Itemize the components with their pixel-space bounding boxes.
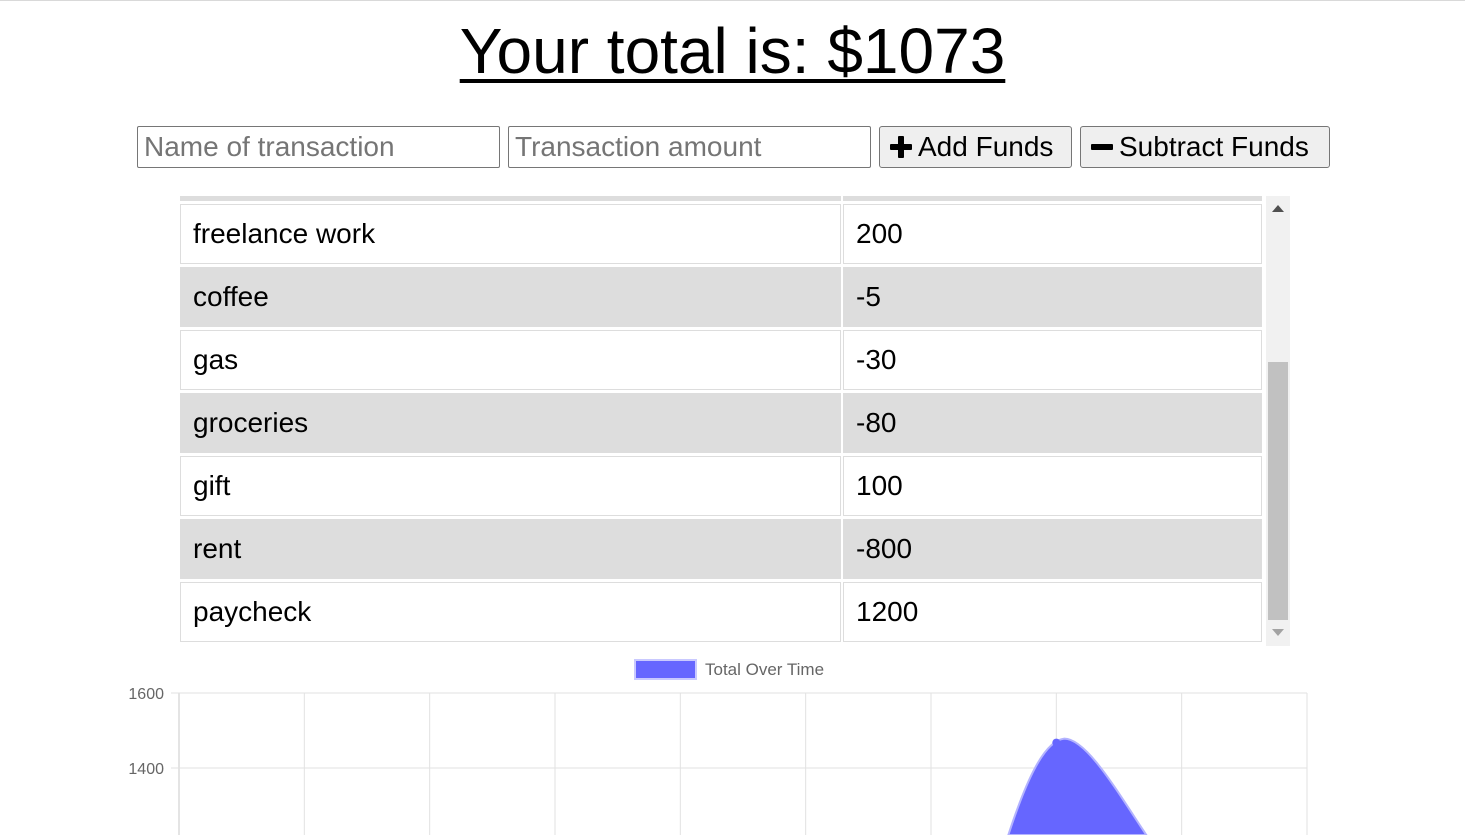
data-point: [1052, 738, 1061, 747]
subtract-funds-label: Subtract Funds: [1119, 131, 1309, 162]
chart-y-ticks: 1600 1400: [128, 686, 164, 778]
transaction-name-cell: coffee: [180, 267, 841, 327]
scroll-thumb[interactable]: [1268, 362, 1288, 620]
transaction-amount-cell: 100: [843, 456, 1262, 516]
table-row: paycheck 1200: [180, 582, 1262, 642]
table-scrollbar[interactable]: [1266, 196, 1290, 646]
table-row: coffee -5: [180, 267, 1262, 327]
transaction-name-cell: paycheck: [180, 582, 841, 642]
transactions-table-container[interactable]: freelance work 200 coffee -5 gas -30 groceries…: [178, 196, 1290, 646]
add-funds-button[interactable]: Add Funds: [879, 126, 1072, 168]
transaction-name-cell: gift: [180, 456, 841, 516]
scroll-up-arrow-icon[interactable]: [1272, 205, 1284, 212]
page-title: Your total is: $1073: [459, 15, 1006, 87]
transaction-name-cell: [180, 196, 841, 201]
y-tick-label: 1600: [128, 686, 164, 703]
total-over-time-chart: 1600 1400 Total Over Time: [128, 659, 1308, 835]
table-row: freelance work 200: [180, 204, 1262, 264]
transaction-name-cell: rent: [180, 519, 841, 579]
series-area-total-over-time: [1007, 737, 1148, 835]
top-divider: [0, 0, 1465, 1]
legend-label: Total Over Time: [705, 660, 824, 679]
transactions-table: freelance work 200 coffee -5 gas -30 groceries…: [178, 196, 1264, 645]
subtract-funds-button[interactable]: Subtract Funds: [1080, 126, 1330, 168]
table-row: rent -800: [180, 519, 1262, 579]
table-row: gift 100: [180, 456, 1262, 516]
transaction-form: Add Funds Subtract Funds: [137, 126, 1330, 168]
transaction-name-input[interactable]: [137, 126, 500, 168]
transaction-amount-cell: -5: [843, 267, 1262, 327]
transaction-name-cell: gas: [180, 330, 841, 390]
y-tick-label: 1400: [128, 761, 164, 778]
transaction-amount-cell: [843, 196, 1262, 201]
transaction-name-cell: groceries: [180, 393, 841, 453]
table-row: gas -30: [180, 330, 1262, 390]
minus-icon: [1091, 136, 1113, 158]
table-row: groceries -80: [180, 393, 1262, 453]
transaction-amount-cell: -30: [843, 330, 1262, 390]
transaction-amount-cell: -80: [843, 393, 1262, 453]
transaction-amount-input[interactable]: [508, 126, 871, 168]
table-row: [180, 196, 1262, 201]
transaction-name-cell: freelance work: [180, 204, 841, 264]
transaction-amount-cell: 200: [843, 204, 1262, 264]
chart-grid: [171, 692, 1308, 835]
legend-swatch: [634, 659, 697, 680]
transaction-amount-cell: -800: [843, 519, 1262, 579]
add-funds-label: Add Funds: [918, 131, 1054, 162]
plus-icon: [890, 136, 912, 158]
transaction-amount-cell: 1200: [843, 582, 1262, 642]
scroll-down-arrow-icon[interactable]: [1272, 629, 1284, 636]
